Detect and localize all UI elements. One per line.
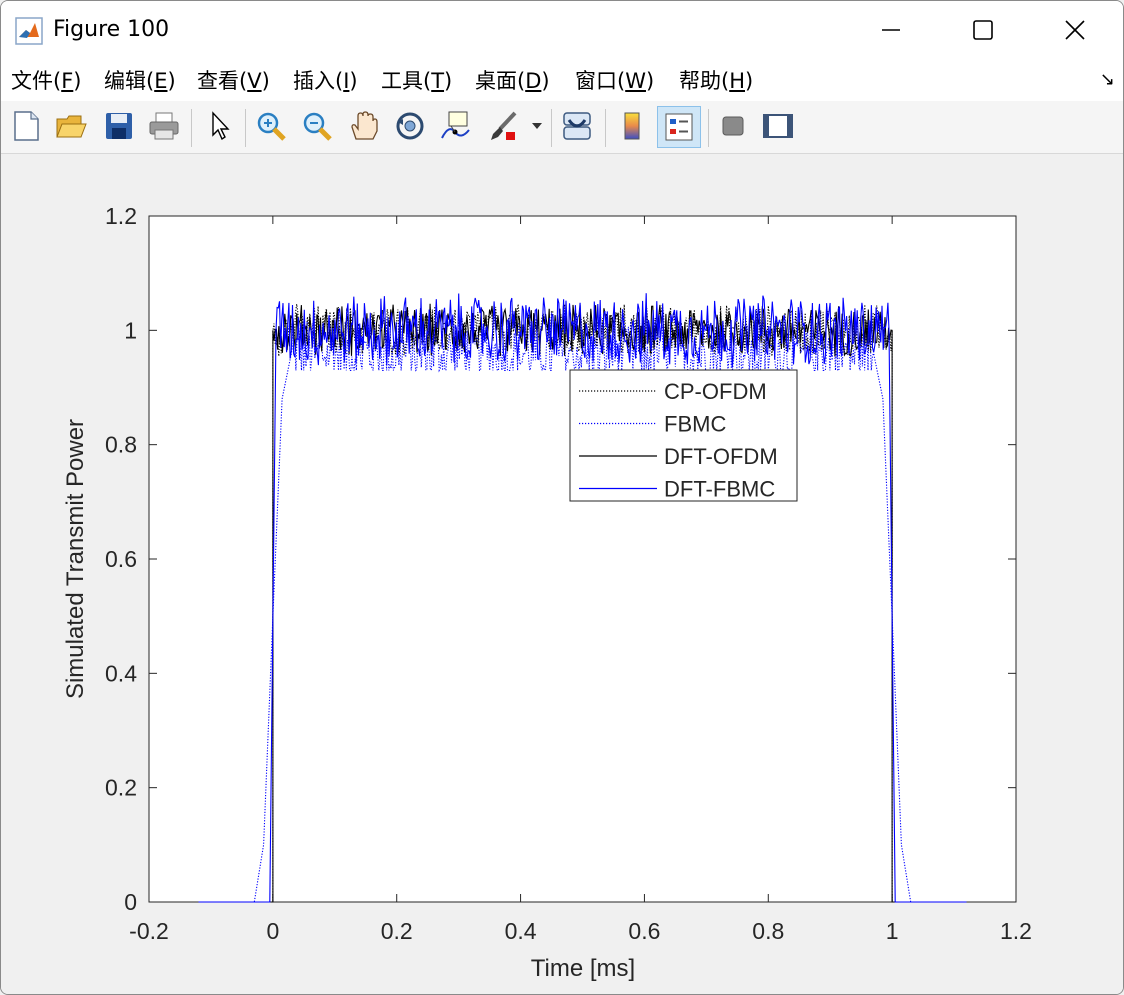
y-tick-label: 1.2 (105, 203, 137, 229)
menu-view[interactable]: 查看(V) (197, 65, 270, 95)
minimize-button[interactable] (845, 1, 937, 59)
pan-hand-icon (351, 111, 378, 140)
matlab-logo-icon (15, 17, 43, 45)
plot-axes-box (148, 215, 1017, 903)
figure-toolbar (1, 101, 1123, 154)
y-tick-label: 0.8 (105, 432, 137, 458)
toolbar-separator (708, 109, 709, 147)
maximize-button[interactable] (937, 1, 1029, 59)
zoom-out-icon (303, 112, 332, 141)
link-plot-button[interactable] (559, 107, 595, 145)
open-file-button[interactable] (53, 107, 89, 145)
close-button[interactable] (1029, 1, 1121, 59)
zoom-out-button[interactable] (299, 107, 335, 145)
legend-entry-label: DFT-FBMC (664, 477, 775, 502)
menu-bar: 文件(F) 编辑(E) 查看(V) 插入(I) 工具(T) 桌面(D) 窗口(W… (1, 59, 1123, 101)
brush-icon (491, 111, 517, 140)
legend-entry-label: FBMC (664, 412, 726, 437)
rotate-3d-icon (396, 112, 424, 140)
x-tick-label: -0.2 (129, 918, 169, 944)
brush-button[interactable] (485, 107, 521, 145)
minimize-icon (882, 29, 900, 31)
x-tick-label: 0.6 (628, 918, 660, 944)
pan-button[interactable] (346, 107, 382, 145)
zoom-in-icon (257, 112, 286, 141)
y-tick-label: 0.6 (105, 546, 137, 572)
rotate-3d-button[interactable] (392, 107, 428, 145)
maximize-icon (973, 20, 993, 40)
menu-edit[interactable]: 编辑(E) (104, 65, 176, 95)
y-axis-label: Simulated Transmit Power (62, 419, 89, 699)
y-tick-label: 1 (124, 317, 137, 343)
save-button[interactable] (101, 107, 137, 145)
data-cursor-button[interactable] (437, 107, 473, 145)
legend[interactable]: CP-OFDM FBMC DFT-OFDM DFT-FBMC (569, 369, 798, 502)
menu-file[interactable]: 文件(F) (11, 65, 82, 95)
y-tick-label: 0.4 (105, 660, 137, 686)
colorbar-button[interactable] (614, 107, 650, 145)
select-arrow-icon (212, 111, 230, 141)
select-button[interactable] (202, 107, 238, 145)
toolbar-separator (605, 109, 606, 147)
x-tick-label: 0.8 (752, 918, 784, 944)
chevron-down-icon (532, 123, 542, 129)
new-figure-icon (14, 111, 39, 141)
figure-canvas: -0.2 0 0.2 0.4 0.6 0.8 1 1.2 0 0.2 0.4 0.6 0.8 1 1.2 T… (1, 154, 1123, 994)
x-tick-label: 1.2 (1000, 918, 1032, 944)
figure-window: Figure 100 文件(F) 编辑(E) 查看(V) 插入(I) 工具(T)… (0, 0, 1124, 995)
y-tick-label: 0 (124, 889, 137, 915)
open-file-icon (56, 115, 87, 138)
menu-window[interactable]: 窗口(W) (575, 65, 654, 95)
hide-plot-tools-icon (722, 116, 744, 136)
link-plot-icon (563, 112, 591, 140)
x-tick-label: 1 (886, 918, 899, 944)
save-icon (106, 113, 132, 139)
x-tick-label: 0.2 (381, 918, 413, 944)
toolbar-separator (551, 109, 552, 147)
show-plot-tools-icon (763, 114, 793, 138)
legend-entry-label: CP-OFDM (664, 379, 767, 404)
line-chart: -0.2 0 0.2 0.4 0.6 0.8 1 1.2 0 0.2 0.4 0.6 0.8 1 1.2 T… (62, 203, 1032, 982)
new-figure-button[interactable] (8, 107, 44, 145)
menu-desktop[interactable]: 桌面(D) (475, 65, 550, 95)
legend-entry-label: DFT-OFDM (664, 444, 778, 469)
x-tick-label: 0.4 (505, 918, 537, 944)
show-plot-tools-button[interactable] (760, 107, 796, 145)
close-icon (1065, 20, 1085, 40)
menu-tools[interactable]: 工具(T) (381, 65, 452, 95)
toolbar-separator (245, 109, 246, 147)
y-tick-label: 0.2 (105, 775, 137, 801)
menu-insert[interactable]: 插入(I) (293, 65, 358, 95)
zoom-in-button[interactable] (253, 107, 289, 145)
brush-dropdown-button[interactable] (527, 107, 547, 145)
data-cursor-icon (441, 111, 470, 139)
menu-help[interactable]: 帮助(H) (679, 65, 753, 95)
toolbar-separator (191, 109, 192, 147)
print-button[interactable] (146, 107, 182, 145)
x-axis-label: Time [ms] (531, 955, 635, 982)
window-title: Figure 100 (53, 17, 170, 42)
title-bar[interactable]: Figure 100 (1, 1, 1123, 59)
x-tick-label: 0 (266, 918, 279, 944)
colorbar-icon (624, 112, 640, 140)
print-icon (149, 112, 179, 140)
legend-icon (665, 113, 693, 141)
dock-arrow-icon[interactable]: ↘ (1100, 69, 1115, 90)
legend-button[interactable] (657, 106, 701, 148)
hide-plot-tools-button[interactable] (715, 107, 751, 145)
